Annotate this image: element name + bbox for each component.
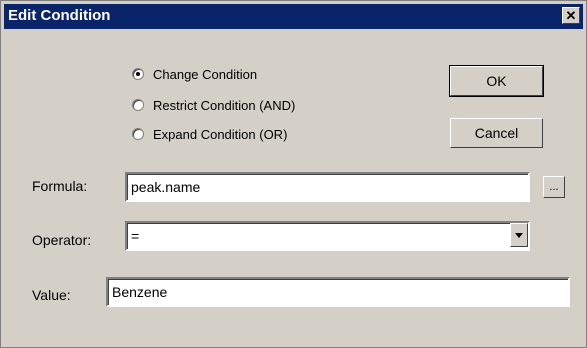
value-field[interactable]: Benzene bbox=[106, 277, 570, 307]
close-button[interactable]: ✕ bbox=[562, 7, 580, 24]
browse-label: ... bbox=[549, 181, 559, 193]
radio-restrict-condition[interactable]: Restrict Condition (AND) bbox=[132, 96, 295, 114]
radio-icon[interactable] bbox=[132, 99, 144, 111]
formula-browse-button[interactable]: ... bbox=[543, 176, 565, 198]
operator-label: Operator: bbox=[32, 232, 92, 248]
chevron-down-icon bbox=[515, 232, 523, 238]
ok-button-label: OK bbox=[486, 73, 507, 89]
operator-dropdown-button[interactable] bbox=[510, 223, 528, 247]
radio-label: Change Condition bbox=[153, 66, 258, 82]
title-bar[interactable]: Edit Condition ✕ bbox=[4, 4, 583, 29]
formula-label: Formula: bbox=[32, 178, 88, 194]
formula-value: peak.name bbox=[131, 179, 201, 195]
window-title: Edit Condition bbox=[8, 7, 111, 24]
radio-change-condition[interactable]: Change Condition bbox=[132, 65, 257, 83]
formula-field[interactable]: peak.name bbox=[125, 172, 530, 202]
cancel-button-label: Cancel bbox=[474, 125, 519, 141]
operator-value: = bbox=[131, 228, 140, 244]
value-label: Value: bbox=[32, 287, 71, 303]
edit-condition-dialog: Edit Condition ✕ Change Condition Restri… bbox=[0, 0, 587, 348]
radio-icon[interactable] bbox=[132, 68, 144, 80]
ok-button[interactable]: OK bbox=[449, 65, 544, 97]
radio-expand-condition[interactable]: Expand Condition (OR) bbox=[132, 125, 287, 143]
value-text: Benzene bbox=[112, 284, 168, 300]
radio-icon[interactable] bbox=[132, 128, 144, 140]
radio-label: Expand Condition (OR) bbox=[153, 126, 288, 142]
cancel-button[interactable]: Cancel bbox=[450, 118, 543, 148]
close-icon: ✕ bbox=[565, 8, 577, 23]
operator-select[interactable]: = bbox=[125, 221, 530, 251]
radio-label: Restrict Condition (AND) bbox=[153, 97, 296, 113]
